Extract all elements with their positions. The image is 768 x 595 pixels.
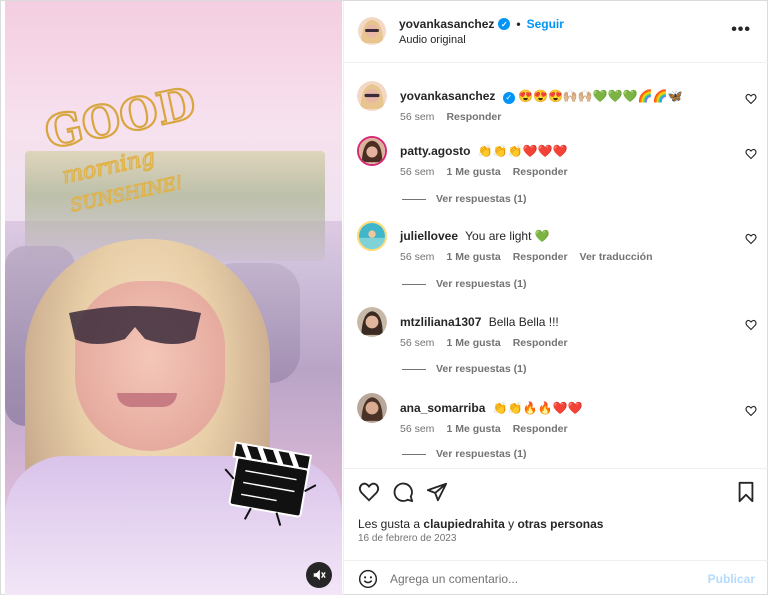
comment-meta: 56 sem 1 Me gusta Responder Ver traducci… <box>400 251 653 263</box>
comment-meta: 56 sem Responder <box>400 111 501 123</box>
comment-username[interactable]: juliellovee <box>400 229 458 243</box>
verified-badge-icon: ✓ <box>498 18 511 30</box>
comment-meta: 56 sem 1 Me gusta Responder <box>400 337 568 349</box>
post-actions: Les gusta a claupiedrahita y otras perso… <box>344 468 768 548</box>
comment-text: 😍😍😍🙌🏼🙌🏼💚💚💚🌈🌈🦋 <box>518 89 683 103</box>
comment-time: 56 sem <box>400 166 435 178</box>
likes-others[interactable]: otras personas <box>517 517 603 531</box>
comment-avatar[interactable] <box>357 221 387 251</box>
view-replies-button[interactable]: Ver respuestas (1) <box>402 448 526 460</box>
clapperboard-sticker <box>224 441 317 526</box>
likes-user[interactable]: claupiedrahita <box>423 517 504 531</box>
comment-bubble-icon[interactable] <box>392 481 414 503</box>
comment-meta: 56 sem 1 Me gusta Responder <box>400 166 568 178</box>
comment-line: mtzliliana1307 Bella Bella !!! <box>400 315 559 329</box>
separator-dot: • <box>516 17 521 31</box>
view-replies-label: Ver respuestas (1) <box>436 363 527 375</box>
comment-time: 56 sem <box>400 111 435 123</box>
likes-prefix: Les gusta a <box>358 517 421 531</box>
reply-button[interactable]: Responder <box>513 423 568 435</box>
comment-line: patty.agosto 👏👏👏❤️❤️❤️ <box>400 144 567 158</box>
comment-text: You are light 💚 <box>465 229 550 243</box>
comment-time: 56 sem <box>400 251 435 263</box>
audio-link[interactable]: Audio original <box>399 34 466 46</box>
comment-time: 56 sem <box>400 337 435 349</box>
reel-video[interactable]: GOOD morning SUNSHINE! <box>5 1 342 595</box>
reply-button[interactable]: Responder <box>446 111 501 123</box>
verified-badge-icon: ✓ <box>502 91 515 104</box>
video-sunglasses <box>69 306 201 344</box>
view-replies-label: Ver respuestas (1) <box>436 193 527 205</box>
comment-likes[interactable]: 1 Me gusta <box>446 251 500 263</box>
comment-time: 56 sem <box>400 423 435 435</box>
comment-likes[interactable]: 1 Me gusta <box>446 423 500 435</box>
comment-meta: 56 sem 1 Me gusta Responder <box>400 423 568 435</box>
like-comment-heart-icon[interactable] <box>745 148 757 160</box>
comment-avatar[interactable] <box>357 136 387 166</box>
view-replies-label: Ver respuestas (1) <box>436 448 527 460</box>
comment-username[interactable]: patty.agosto <box>400 144 470 158</box>
save-bookmark-icon[interactable] <box>735 481 757 503</box>
video-person-smile <box>117 393 177 407</box>
comment-username[interactable]: yovankasanchez <box>400 89 495 103</box>
replies-rule <box>402 368 426 370</box>
author-line: yovankasanchez ✓ • Seguir <box>399 17 564 31</box>
view-replies-button[interactable]: Ver respuestas (1) <box>402 278 526 290</box>
like-comment-heart-icon[interactable] <box>745 233 757 245</box>
add-comment-bar: Publicar <box>344 560 768 595</box>
comment-text: 👏👏👏❤️❤️❤️ <box>477 144 568 158</box>
comment-avatar[interactable] <box>357 393 387 423</box>
view-replies-button[interactable]: Ver respuestas (1) <box>402 193 526 205</box>
good-morning-sticker: GOOD morning SUNSHINE! <box>41 83 201 213</box>
comment-text: 👏👏🔥🔥❤️❤️ <box>492 401 583 415</box>
share-send-icon[interactable] <box>426 481 448 503</box>
comment-line: yovankasanchez ✓ 😍😍😍🙌🏼🙌🏼💚💚💚🌈🌈🦋 <box>400 89 682 104</box>
like-comment-heart-icon[interactable] <box>745 319 757 331</box>
comment-avatar[interactable] <box>357 307 387 337</box>
mute-button[interactable] <box>306 562 332 588</box>
view-replies-label: Ver respuestas (1) <box>436 278 527 290</box>
view-replies-button[interactable]: Ver respuestas (1) <box>402 363 526 375</box>
comment-input[interactable] <box>390 567 690 591</box>
like-heart-icon[interactable] <box>358 481 380 503</box>
translate-button[interactable]: Ver traducción <box>580 251 653 263</box>
like-comment-heart-icon[interactable] <box>745 93 757 105</box>
speaker-muted-icon <box>313 569 326 581</box>
comment-text: Bella Bella !!! <box>488 315 559 329</box>
more-options-icon[interactable]: ••• <box>731 21 751 39</box>
replies-rule <box>402 283 426 285</box>
emoji-smile-icon[interactable] <box>358 569 378 589</box>
follow-button[interactable]: Seguir <box>527 17 564 31</box>
comment-avatar[interactable] <box>357 81 387 111</box>
comment-likes[interactable]: 1 Me gusta <box>446 166 500 178</box>
reply-button[interactable]: Responder <box>513 166 568 178</box>
post-sidebar: yovankasanchez ✓ • Seguir Audio original… <box>343 1 768 595</box>
comment-username[interactable]: ana_somarriba <box>400 401 485 415</box>
reply-button[interactable]: Responder <box>513 251 568 263</box>
comment-line: ana_somarriba 👏👏🔥🔥❤️❤️ <box>400 401 582 415</box>
replies-rule <box>402 453 426 455</box>
post-header: yovankasanchez ✓ • Seguir Audio original… <box>344 1 768 63</box>
sticker-text-good: GOOD <box>41 83 200 159</box>
likes-joiner: y <box>508 517 515 531</box>
replies-rule <box>402 198 426 200</box>
comment-line: juliellovee You are light 💚 <box>400 229 550 243</box>
reply-button[interactable]: Responder <box>513 337 568 349</box>
comment-list[interactable]: yovankasanchez ✓ 😍😍😍🙌🏼🙌🏼💚💚💚🌈🌈🦋 56 sem Re… <box>344 63 768 468</box>
post-date: 16 de febrero de 2023 <box>358 533 457 544</box>
author-username[interactable]: yovankasanchez <box>399 17 494 31</box>
author-avatar[interactable] <box>358 17 386 45</box>
comment-likes[interactable]: 1 Me gusta <box>446 337 500 349</box>
comment-username[interactable]: mtzliliana1307 <box>400 315 481 329</box>
like-comment-heart-icon[interactable] <box>745 405 757 417</box>
instagram-post-modal: GOOD morning SUNSHINE! yovankasanchez ✓ … <box>0 0 768 595</box>
likes-summary: Les gusta a claupiedrahita y otras perso… <box>358 517 603 531</box>
publish-button[interactable]: Publicar <box>708 572 755 586</box>
